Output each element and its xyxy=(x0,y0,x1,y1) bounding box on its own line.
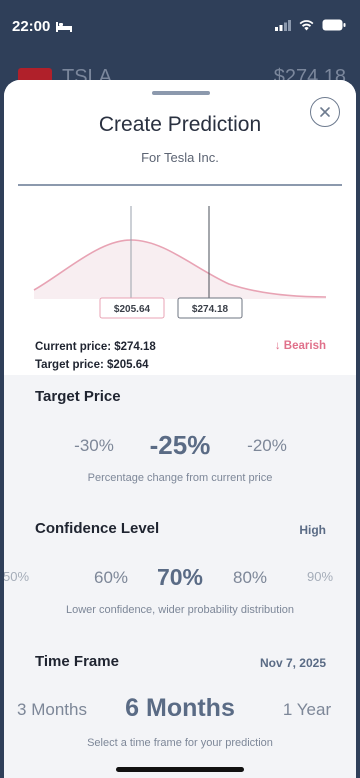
battery-icon xyxy=(322,19,346,31)
confidence-level-title: Confidence Level xyxy=(35,520,160,537)
confidence-caption: Lower confidence, wider probability dist… xyxy=(65,604,295,616)
wifi-icon xyxy=(299,19,314,30)
current-price-text: Current price: $274.18 xyxy=(35,341,156,353)
time-frame-option[interactable]: 1 Year xyxy=(283,700,331,720)
time-frame-option-selected[interactable]: 6 Months xyxy=(125,694,235,723)
target-percent-picker[interactable]: -30% -25% -20% xyxy=(4,430,356,470)
distribution-area xyxy=(34,240,326,299)
confidence-option-selected[interactable]: 70% xyxy=(157,564,203,591)
status-time: 22:00 xyxy=(12,18,73,35)
current-label: $274.18 xyxy=(192,304,229,315)
signal-icon xyxy=(275,19,291,31)
time-frame-caption: Select a time frame for your prediction xyxy=(87,737,273,749)
time-frame-option[interactable]: 3 Months xyxy=(17,700,87,720)
header-divider xyxy=(18,184,342,186)
confidence-option[interactable]: 60% xyxy=(94,568,128,588)
target-option[interactable]: -20% xyxy=(247,436,287,456)
home-indicator[interactable] xyxy=(116,767,244,772)
bed-icon xyxy=(56,21,73,32)
time-frame-date: Nov 7, 2025 xyxy=(259,656,326,670)
sheet-title: Create Prediction xyxy=(98,113,262,136)
target-price-text: Target price: $205.64 xyxy=(35,359,149,371)
confidence-level-value: High xyxy=(299,523,326,537)
sheet-subtitle: For Tesla Inc. xyxy=(141,150,219,165)
confidence-option[interactable]: 80% xyxy=(233,568,267,588)
sheet-grabber[interactable] xyxy=(152,91,210,95)
target-option-selected[interactable]: -25% xyxy=(150,430,211,461)
time-frame-title: Time Frame xyxy=(35,653,119,670)
target-option[interactable]: -30% xyxy=(74,436,114,456)
status-bar: 22:00 xyxy=(0,0,360,56)
prediction-sheet: Create Prediction For Tesla Inc. $205.64… xyxy=(4,80,356,778)
probability-distribution-chart: $205.64 $274.18 xyxy=(33,206,327,319)
confidence-option[interactable]: 90% xyxy=(307,569,333,584)
confidence-picker[interactable]: 50% 60% 70% 80% 90% xyxy=(4,564,356,604)
target-price-title: Target Price xyxy=(35,388,121,405)
target-label: $205.64 xyxy=(114,304,151,315)
bearish-badge: ↓ Bearish xyxy=(274,340,326,352)
time-frame-picker[interactable]: 3 Months 6 Months 1 Year xyxy=(4,694,356,734)
confidence-option[interactable]: 50% xyxy=(4,569,29,584)
target-caption: Percentage change from current price xyxy=(87,472,273,484)
price-info: Current price: $274.18 Target price: $20… xyxy=(35,338,156,374)
